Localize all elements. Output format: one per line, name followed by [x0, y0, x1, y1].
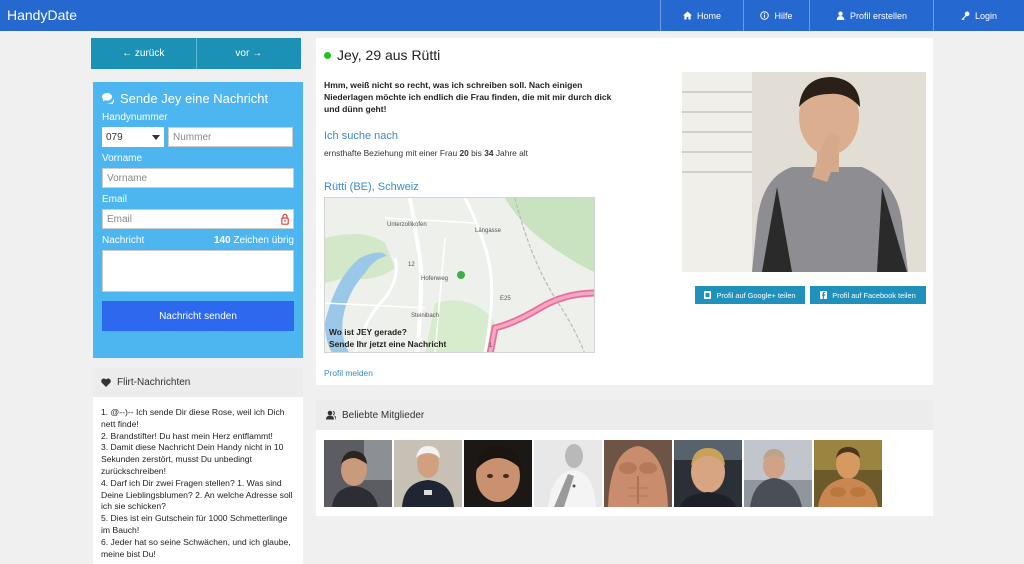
profile-card: Jey, 29 aus Rütti Hmm, weiß nicht so rec…: [316, 38, 933, 385]
report-profile-link[interactable]: Profil melden: [324, 368, 373, 378]
user-icon: [836, 11, 845, 20]
lock-icon: [281, 213, 289, 225]
message-textarea[interactable]: [102, 250, 294, 292]
share-google-button[interactable]: Profil auf Google+ teilen: [695, 286, 805, 304]
firstname-label: Vorname: [102, 153, 143, 164]
phone-label: Handynummer: [102, 112, 168, 123]
flirt-messages-list: 1. @--)-- Ich sende Dir diese Rose, weil…: [93, 397, 303, 564]
firstname-input[interactable]: Vorname: [102, 168, 294, 188]
message-label: Nachricht: [102, 235, 145, 246]
home-icon: [682, 11, 692, 20]
email-input[interactable]: Email: [102, 209, 294, 229]
member-thumbnail[interactable]: [324, 440, 392, 507]
email-label: Email: [102, 194, 128, 205]
flirt-message[interactable]: 4. Darf ich Dir zwei Fragen stellen? 1. …: [101, 478, 295, 513]
profile-title: Jey, 29 aus Rütti: [324, 47, 440, 63]
phone-number-input[interactable]: Nummer: [168, 127, 293, 147]
facebook-icon: [820, 291, 828, 299]
member-thumbnail[interactable]: [394, 440, 462, 507]
flirt-messages-panel: Flirt-Nachrichten 1. @--)-- Ich sende Di…: [93, 368, 303, 564]
member-thumbnail[interactable]: [534, 440, 602, 507]
heart-icon: [101, 378, 111, 387]
profile-intro: Hmm, weiß nicht so recht, was ich schrei…: [324, 80, 612, 114]
top-navbar: HandyDate Home Hilfe Profil erstellen Lo…: [0, 0, 1024, 31]
message-label-row: Nachricht 140 Zeichen übrig: [102, 235, 294, 246]
send-message-button[interactable]: Nachricht senden: [102, 301, 294, 331]
back-button[interactable]: ← zurück: [91, 38, 196, 69]
popular-members-header: Beliebte Mitglieder: [316, 400, 933, 430]
flirt-message[interactable]: 1. @--)-- Ich sende Dir diese Rose, weil…: [101, 407, 295, 431]
nav-create-profile[interactable]: Profil erstellen: [809, 0, 933, 31]
member-thumbnails: [324, 440, 882, 507]
location-map[interactable]: Unterzollikofen Steinibach Längasse Hofe…: [324, 197, 595, 353]
pager: ← zurück vor →: [91, 38, 301, 69]
chars-remaining: 140 Zeichen übrig: [213, 235, 294, 246]
info-icon: [760, 11, 770, 20]
users-icon: [326, 410, 336, 420]
flirt-message[interactable]: 5. Dies ist ein Gutschein für 1000 Schme…: [101, 513, 295, 537]
chevron-down-icon: [152, 134, 160, 140]
profile-photo[interactable]: [682, 72, 926, 272]
member-thumbnail[interactable]: [814, 440, 882, 507]
member-thumbnail[interactable]: [464, 440, 532, 507]
online-status-dot: [324, 51, 331, 59]
member-thumbnail[interactable]: [744, 440, 812, 507]
nav-login[interactable]: Login: [933, 0, 1024, 31]
popular-members-panel: Beliebte Mitglieder: [316, 400, 933, 516]
member-thumbnail[interactable]: [604, 440, 672, 507]
flirt-message[interactable]: 2. Brandstifter! Du hast mein Herz entfl…: [101, 431, 295, 443]
seeking-text: ernsthafte Beziehung mit einer Frau 20 b…: [324, 148, 528, 158]
flirt-messages-header: Flirt-Nachrichten: [93, 368, 303, 397]
nav-home[interactable]: Home: [660, 0, 743, 31]
chat-bubbles-icon: [102, 93, 114, 104]
location-heading: Rütti (BE), Schweiz: [324, 181, 419, 193]
flirt-message[interactable]: 3. Damit diese Nachricht Dein Handy nich…: [101, 442, 295, 477]
key-icon: [961, 11, 970, 20]
map-caption: Wo ist JEY gerade? Sende Ihr jetzt eine …: [329, 327, 447, 349]
message-form-title: Sende Jey eine Nachricht: [102, 91, 294, 106]
flirt-message[interactable]: 6. Jeder hat so seine Schwächen, und ich…: [101, 537, 295, 561]
brand-logo[interactable]: HandyDate: [7, 7, 77, 23]
phone-prefix-select[interactable]: 079: [102, 127, 164, 147]
seeking-heading: Ich suche nach: [324, 130, 398, 142]
nav-help[interactable]: Hilfe: [743, 0, 809, 31]
share-facebook-button[interactable]: Profil auf Facebook teilen: [810, 286, 926, 304]
google-plus-icon: [704, 291, 712, 299]
message-form: Sende Jey eine Nachricht Handynummer 079…: [93, 82, 303, 358]
member-thumbnail[interactable]: [674, 440, 742, 507]
next-button[interactable]: vor →: [195, 38, 301, 69]
